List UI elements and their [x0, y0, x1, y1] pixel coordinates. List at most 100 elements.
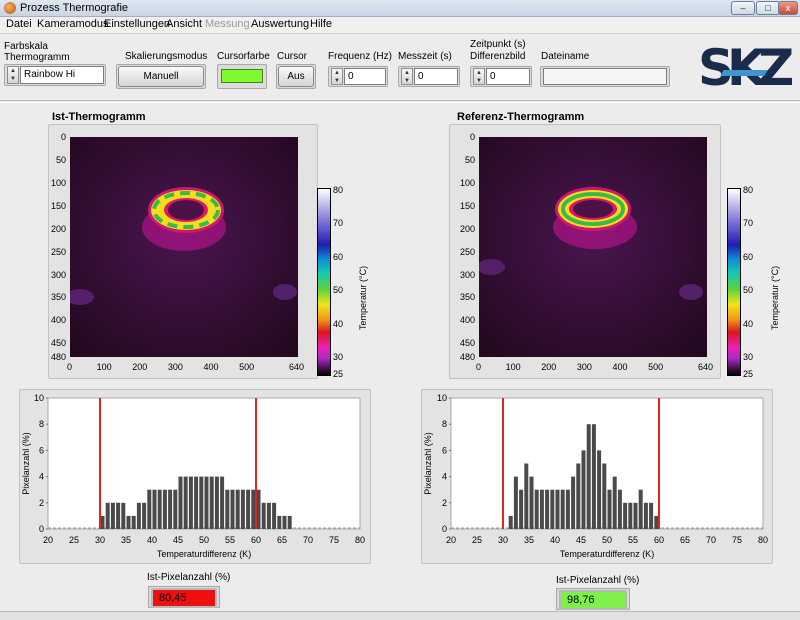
y-tick-label: 150: [50, 200, 66, 211]
ist-thermogramm-image[interactable]: [70, 137, 298, 357]
frequenz-spinner[interactable]: ▲ ▼: [331, 68, 343, 85]
histogram-bar: [178, 476, 183, 529]
frequenz-control[interactable]: ▲ ▼ 0: [328, 66, 388, 87]
farbskala-ring[interactable]: ▲ ▼ Rainbow Hi: [4, 64, 106, 86]
logo-accent-bar: [720, 70, 768, 76]
skalierung-button[interactable]: Manuell: [118, 66, 204, 87]
histogram-bar: [277, 515, 282, 529]
dateiname-frame: [540, 66, 670, 87]
cursor-frame: Aus: [276, 64, 316, 89]
y-tick-label: 400: [50, 315, 66, 326]
toolbar-separator: [0, 100, 800, 103]
minimize-button[interactable]: –: [731, 1, 755, 15]
x-tick-label: 20: [446, 535, 456, 545]
up-arrow-icon[interactable]: ▲: [332, 69, 342, 77]
x-tick-label: 80: [758, 535, 768, 545]
maximize-button[interactable]: □: [756, 1, 780, 15]
ref-colorbar: [727, 188, 741, 376]
messzeit-spinner[interactable]: ▲ ▼: [401, 68, 413, 85]
x-tick-label: 500: [648, 362, 664, 372]
up-arrow-icon[interactable]: ▲: [8, 67, 18, 75]
ref-colorbar-label: Temperatur (°C): [770, 265, 780, 330]
logo-letter-z: Z: [758, 39, 794, 97]
histogram-bar: [519, 489, 524, 529]
y-tick-label: 150: [459, 200, 475, 211]
cursorfarbe-frame[interactable]: [217, 64, 267, 89]
histogram-bar: [173, 489, 178, 529]
down-arrow-icon[interactable]: ▼: [332, 77, 342, 85]
close-button[interactable]: x: [778, 1, 798, 15]
histogram-bar: [152, 489, 157, 529]
skalierung-frame: Manuell: [116, 64, 206, 89]
histogram-bar: [612, 476, 617, 529]
ist-pixelanzahl-value: 80,45: [151, 588, 217, 608]
frequenz-input[interactable]: 0: [344, 68, 386, 85]
zeitpunkt-spinner[interactable]: ▲ ▼: [473, 68, 485, 85]
y-tick-label: 300: [50, 269, 66, 280]
x-tick-label: 50: [602, 535, 612, 545]
histogram-bar: [142, 502, 147, 529]
histogram-bar: [225, 489, 230, 529]
menu-kameramodus[interactable]: Kameramodus: [37, 18, 109, 30]
histogram-bar: [524, 463, 529, 529]
colorbar-tick-label: 25: [743, 369, 754, 379]
cursor-toggle-button[interactable]: Aus: [278, 66, 314, 87]
colorbar-tick-label: 80: [333, 185, 344, 195]
skz-logo: S K Z: [698, 40, 794, 96]
ref-pixelanzahl-value: 98,76: [559, 590, 627, 610]
y-tick-label: 480: [459, 352, 475, 362]
up-arrow-icon[interactable]: ▲: [402, 69, 412, 77]
menu-einstellungen[interactable]: Einstellungen: [104, 18, 170, 30]
frequenz-label: Frequenz (Hz): [328, 51, 392, 62]
histogram-bar: [539, 489, 544, 529]
y-tick-label: 200: [50, 223, 66, 234]
histogram-bar: [251, 489, 256, 529]
down-arrow-icon[interactable]: ▼: [8, 75, 18, 83]
colorbar-tick-label: 50: [743, 285, 754, 296]
y-tick-label: 200: [459, 223, 475, 234]
referenz-thermogramm-title: Referenz-Thermogramm: [457, 111, 585, 123]
x-tick-label: 300: [167, 362, 183, 372]
histogram-bar: [261, 502, 266, 529]
x-tick-label: 100: [505, 362, 521, 372]
y-tick-label: 50: [55, 154, 66, 165]
dateiname-field[interactable]: [543, 68, 667, 85]
x-tick-label: 35: [121, 535, 131, 545]
up-arrow-icon[interactable]: ▲: [474, 69, 484, 77]
histogram-bar: [565, 489, 570, 529]
menu-ansicht[interactable]: Ansicht: [166, 18, 202, 30]
farbskala-spinner[interactable]: ▲ ▼: [7, 66, 19, 84]
farbskala-value[interactable]: Rainbow Hi: [20, 66, 104, 84]
x-tick-label: 45: [576, 535, 586, 545]
menu-auswertung[interactable]: Auswertung: [251, 18, 309, 30]
zeitpunkt-input[interactable]: 0: [486, 68, 530, 85]
menu-datei[interactable]: Datei: [6, 18, 32, 30]
title-bar: Prozess Thermografie – □ x: [0, 0, 800, 17]
ist-blob-right: [273, 284, 297, 300]
zeitpunkt-control[interactable]: ▲ ▼ 0: [470, 66, 532, 87]
y-tick-label: 0: [39, 524, 44, 534]
histogram-bar: [628, 502, 633, 529]
ist-thermogramm-title: Ist-Thermogramm: [52, 111, 146, 123]
cursor-color-swatch[interactable]: [221, 69, 263, 83]
x-tick-label: 75: [329, 535, 339, 545]
cursorfarbe-label: Cursorfarbe: [217, 51, 270, 62]
toolbar: Farbskala Thermogramm ▲ ▼ Rainbow Hi Skal…: [0, 34, 800, 98]
messzeit-input[interactable]: 0: [414, 68, 458, 85]
down-arrow-icon[interactable]: ▼: [402, 77, 412, 85]
x-tick-label: 640: [698, 362, 714, 372]
x-tick-label: 640: [289, 362, 305, 372]
x-tick-label: 75: [732, 535, 742, 545]
histogram-bar: [136, 502, 141, 529]
messzeit-control[interactable]: ▲ ▼ 0: [398, 66, 460, 87]
window-title: Prozess Thermografie: [20, 2, 129, 14]
menu-hilfe[interactable]: Hilfe: [310, 18, 332, 30]
referenz-thermogramm-svg: [479, 137, 707, 357]
histograms-svg: 108642020 25 30 35 40 45 50 55 60 65 70 75 80Tempera…: [21, 393, 768, 559]
y-tick-label: 10: [437, 393, 447, 403]
histogram-y-label: Pixelanzahl (%): [423, 432, 433, 495]
down-arrow-icon[interactable]: ▼: [474, 77, 484, 85]
referenz-thermogramm-image[interactable]: [479, 137, 707, 357]
colorbar-tick-label: 30: [333, 352, 344, 363]
histogram-bar: [545, 489, 550, 529]
